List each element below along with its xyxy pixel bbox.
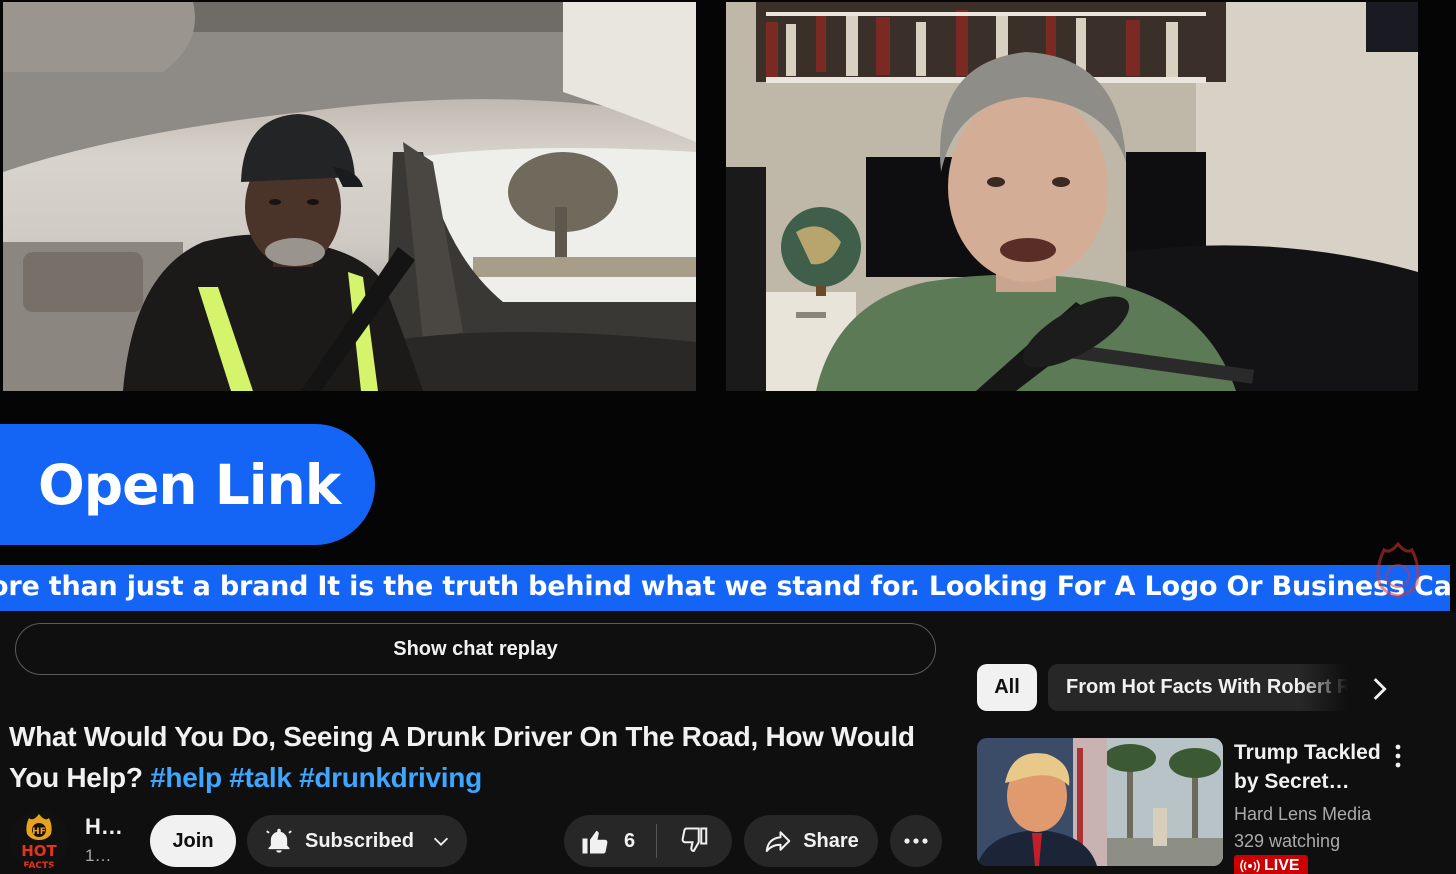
video-player[interactable]: Open Link ore than just a brand It is th… (0, 0, 1456, 612)
live-badge: LIVE (1234, 855, 1308, 874)
open-link-label: Open Link (38, 452, 341, 517)
channel-name[interactable]: H… (85, 814, 123, 840)
share-icon (765, 831, 791, 852)
subscribed-label: Subscribed (305, 829, 414, 852)
bell-icon (266, 828, 292, 853)
right-camera-feed (726, 2, 1418, 391)
like-button[interactable]: 6 (564, 815, 656, 867)
chevron-right-icon[interactable] (1362, 672, 1396, 706)
show-chat-replay-button[interactable]: Show chat replay (15, 623, 936, 675)
car-interior-scene (3, 2, 696, 391)
more-actions-button[interactable] (890, 815, 942, 867)
chip-all[interactable]: All (977, 664, 1037, 711)
subscribed-button[interactable]: Subscribed (247, 815, 467, 867)
recommended-channel-name[interactable]: Hard Lens Media (1234, 804, 1371, 825)
subscriber-count: 1… (85, 846, 112, 865)
recommended-watching-count: 329 watching (1234, 831, 1341, 851)
thumbnail-image (977, 738, 1223, 866)
more-horizontal-icon (904, 838, 928, 844)
video-title: What Would You Do, Seeing A Drunk Driver… (9, 716, 939, 798)
open-link-button[interactable]: Open Link (0, 424, 375, 545)
recommended-video-title[interactable]: Trump Tackled by Secret… (1234, 738, 1384, 796)
share-label: Share (803, 829, 859, 852)
dislike-button[interactable] (657, 815, 732, 867)
more-vertical-icon[interactable] (1386, 740, 1410, 772)
svg-text:HOT: HOT (21, 842, 57, 860)
thumbs-down-icon (681, 827, 707, 853)
chevron-down-icon (433, 837, 448, 846)
hot-facts-logo-icon: HF HOT FACTS (9, 810, 69, 870)
channel-avatar[interactable]: HF HOT FACTS (9, 810, 69, 870)
live-badge-label: LIVE (1264, 857, 1300, 874)
hashtag-help-link[interactable]: #help (150, 762, 222, 793)
like-count: 6 (624, 829, 636, 852)
share-button[interactable]: Share (744, 815, 878, 867)
hashtag-talk-link[interactable]: #talk (229, 762, 292, 793)
chip-fade-overlay (1300, 664, 1360, 711)
like-dislike-group: 6 (564, 815, 732, 867)
svg-text:HF: HF (32, 827, 46, 837)
hashtag-drunkdriving-link[interactable]: #drunkdriving (299, 762, 482, 793)
left-camera-feed (3, 2, 696, 391)
thumbs-up-icon (582, 831, 608, 854)
live-broadcast-icon (1240, 859, 1260, 873)
room-scene (726, 2, 1418, 391)
ticker-banner: ore than just a brand It is the truth be… (0, 565, 1450, 611)
recommended-video-thumbnail[interactable] (977, 738, 1223, 866)
ticker-text: ore than just a brand It is the truth be… (0, 571, 1450, 602)
join-button[interactable]: Join (150, 815, 236, 867)
hot-facts-watermark-icon (1376, 542, 1420, 598)
svg-text:FACTS: FACTS (23, 861, 54, 870)
